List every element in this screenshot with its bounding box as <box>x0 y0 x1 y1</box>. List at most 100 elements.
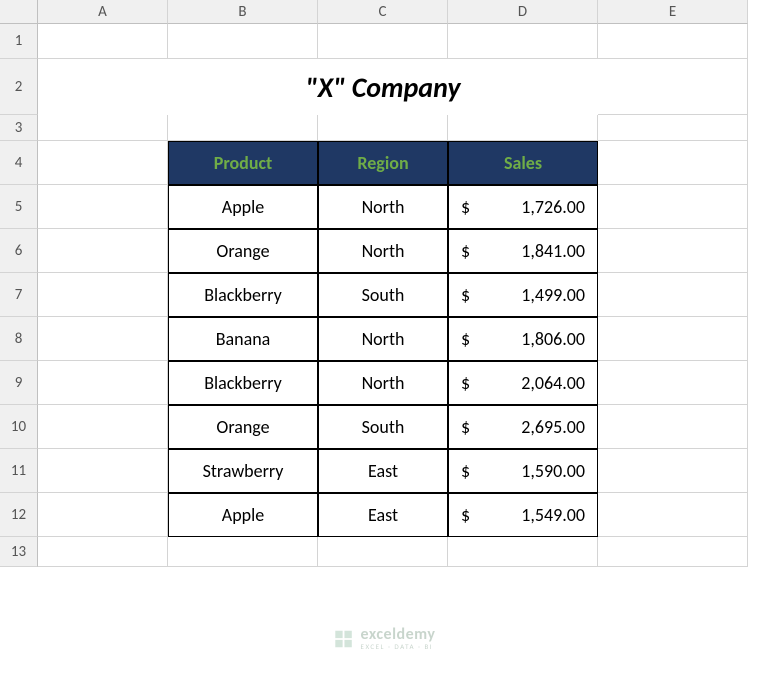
table-header-sales[interactable]: Sales <box>448 141 598 185</box>
cell-b13[interactable] <box>168 537 318 567</box>
table-row[interactable]: North <box>318 361 448 405</box>
sales-value: 1,590.00 <box>521 460 585 482</box>
table-row[interactable]: South <box>318 405 448 449</box>
row-header-13[interactable]: 13 <box>0 537 38 567</box>
row-header-11[interactable]: 11 <box>0 449 38 493</box>
cell-a2[interactable] <box>38 59 168 115</box>
cell-e13[interactable] <box>598 537 748 567</box>
table-row[interactable]: East <box>318 449 448 493</box>
table-row[interactable]: Blackberry <box>168 361 318 405</box>
cell-e1[interactable] <box>598 24 748 59</box>
row-header-3[interactable]: 3 <box>0 115 38 141</box>
cell-d3[interactable] <box>448 115 598 141</box>
cell-a5[interactable] <box>38 185 168 229</box>
sales-value: 1,726.00 <box>521 196 585 218</box>
row-header-6[interactable]: 6 <box>0 229 38 273</box>
table-row[interactable]: $1,841.00 <box>448 229 598 273</box>
table-row[interactable]: Banana <box>168 317 318 361</box>
table-row[interactable]: Blackberry <box>168 273 318 317</box>
cell-e9[interactable] <box>598 361 748 405</box>
cell-a4[interactable] <box>38 141 168 185</box>
cell-e3[interactable] <box>598 115 748 141</box>
sales-value: 2,695.00 <box>521 416 585 438</box>
table-row[interactable]: East <box>318 493 448 537</box>
table-row[interactable]: Orange <box>168 405 318 449</box>
row-header-5[interactable]: 5 <box>0 185 38 229</box>
table-row[interactable]: North <box>318 317 448 361</box>
table-row[interactable]: $1,549.00 <box>448 493 598 537</box>
currency-symbol: $ <box>461 372 470 394</box>
cell-e11[interactable] <box>598 449 748 493</box>
currency-symbol: $ <box>461 416 470 438</box>
col-header-b[interactable]: B <box>168 0 318 24</box>
cell-e4[interactable] <box>598 141 748 185</box>
table-row[interactable]: $1,806.00 <box>448 317 598 361</box>
table-row[interactable]: Apple <box>168 185 318 229</box>
table-row[interactable]: $1,499.00 <box>448 273 598 317</box>
cell-c1[interactable] <box>318 24 448 59</box>
row-header-9[interactable]: 9 <box>0 361 38 405</box>
table-row[interactable]: $2,695.00 <box>448 405 598 449</box>
table-row[interactable]: South <box>318 273 448 317</box>
sales-value: 1,841.00 <box>521 240 585 262</box>
cell-d13[interactable] <box>448 537 598 567</box>
row-header-10[interactable]: 10 <box>0 405 38 449</box>
table-row[interactable]: Apple <box>168 493 318 537</box>
row-header-1[interactable]: 1 <box>0 24 38 59</box>
cell-e2[interactable] <box>598 59 748 115</box>
watermark-brand: exceldemy <box>361 627 436 643</box>
table-row[interactable]: North <box>318 229 448 273</box>
table-row[interactable]: $1,726.00 <box>448 185 598 229</box>
col-header-a[interactable]: A <box>38 0 168 24</box>
sales-value: 1,549.00 <box>521 504 585 526</box>
cell-e8[interactable] <box>598 317 748 361</box>
spreadsheet-grid: A B C D E 1 2 "X" Company 3 4 Product Re… <box>0 0 768 567</box>
page-title[interactable]: "X" Company <box>168 59 598 115</box>
cell-a13[interactable] <box>38 537 168 567</box>
cell-d1[interactable] <box>448 24 598 59</box>
cell-c13[interactable] <box>318 537 448 567</box>
table-header-product[interactable]: Product <box>168 141 318 185</box>
currency-symbol: $ <box>461 284 470 306</box>
row-header-8[interactable]: 8 <box>0 317 38 361</box>
cell-a6[interactable] <box>38 229 168 273</box>
cell-a3[interactable] <box>38 115 168 141</box>
cell-e6[interactable] <box>598 229 748 273</box>
cell-a1[interactable] <box>38 24 168 59</box>
select-all-corner[interactable] <box>0 0 38 24</box>
cell-e12[interactable] <box>598 493 748 537</box>
row-header-2[interactable]: 2 <box>0 59 38 115</box>
col-header-e[interactable]: E <box>598 0 748 24</box>
col-header-c[interactable]: C <box>318 0 448 24</box>
cell-a9[interactable] <box>38 361 168 405</box>
cell-e5[interactable] <box>598 185 748 229</box>
table-header-region[interactable]: Region <box>318 141 448 185</box>
cell-b1[interactable] <box>168 24 318 59</box>
table-row[interactable]: Strawberry <box>168 449 318 493</box>
col-header-d[interactable]: D <box>448 0 598 24</box>
row-header-7[interactable]: 7 <box>0 273 38 317</box>
cell-a11[interactable] <box>38 449 168 493</box>
table-row[interactable]: Orange <box>168 229 318 273</box>
cell-b3[interactable] <box>168 115 318 141</box>
sales-value: 1,499.00 <box>521 284 585 306</box>
cell-e7[interactable] <box>598 273 748 317</box>
table-row[interactable]: $1,590.00 <box>448 449 598 493</box>
currency-symbol: $ <box>461 240 470 262</box>
sales-value: 1,806.00 <box>521 328 585 350</box>
cell-a10[interactable] <box>38 405 168 449</box>
watermark-tagline: EXCEL · DATA · BI <box>361 643 436 650</box>
watermark: exceldemy EXCEL · DATA · BI <box>333 627 436 650</box>
cell-a8[interactable] <box>38 317 168 361</box>
cell-c3[interactable] <box>318 115 448 141</box>
row-header-12[interactable]: 12 <box>0 493 38 537</box>
table-row[interactable]: $2,064.00 <box>448 361 598 405</box>
table-row[interactable]: North <box>318 185 448 229</box>
row-header-4[interactable]: 4 <box>0 141 38 185</box>
cell-a12[interactable] <box>38 493 168 537</box>
cell-e10[interactable] <box>598 405 748 449</box>
cell-a7[interactable] <box>38 273 168 317</box>
sales-value: 2,064.00 <box>521 372 585 394</box>
exceldemy-logo-icon <box>333 628 355 650</box>
currency-symbol: $ <box>461 328 470 350</box>
